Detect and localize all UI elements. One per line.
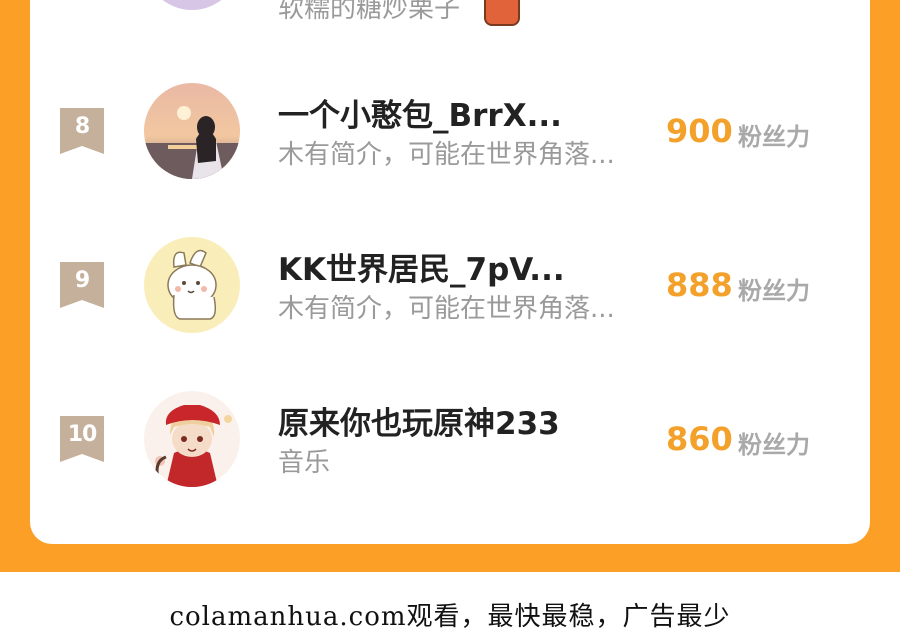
fan-score: 888 [666,266,733,304]
ranking-card: 软糯的糖炒栗子 8 一个小憨包_BrrX... 木有简介，可能在世界角落... … [30,0,870,544]
user-name: 一个小憨包_BrrX... [278,98,562,134]
user-desc: 木有简介，可能在世界角落... [278,294,615,324]
sunset-portrait-avatar-icon[interactable] [144,83,240,179]
ranking-row[interactable]: 10 原来你也玩原神233 音乐 860 粉丝力 [30,384,870,494]
user-desc: 软糯的糖炒栗子 [278,0,461,24]
fan-score-unit: 粉丝力 [738,277,810,305]
user-name: 原来你也玩原神233 [278,406,560,442]
user-desc: 木有简介，可能在世界角落... [278,140,615,170]
ranking-row[interactable]: 8 一个小憨包_BrrX... 木有简介，可能在世界角落... 900 粉丝力 [30,76,870,186]
ranking-row[interactable]: 9 KK世界居民_7pV... 木有简介，可能在世界角落... 888 粉丝力 [30,230,870,340]
rank-badge: 10 [60,416,104,462]
rank-badge: 8 [60,108,104,154]
anime-girl-avatar-icon[interactable] [144,391,240,487]
rank-number: 8 [74,114,90,139]
chestnut-emoji-icon [484,0,520,26]
avatar [144,0,240,10]
fan-score-unit: 粉丝力 [738,123,810,151]
fan-score-unit: 粉丝力 [738,431,810,459]
user-name: KK世界居民_7pV... [278,252,565,288]
rank-number: 9 [74,268,90,293]
ranking-row-partial[interactable]: 软糯的糖炒栗子 [30,0,870,30]
user-desc: 音乐 [278,448,331,478]
cartoon-dog-avatar-icon[interactable] [144,237,240,333]
watermark-footer-text: colamanhua.com观看，最快最稳，广告最少 [169,602,731,632]
rank-badge: 9 [60,262,104,308]
rank-number: 10 [67,422,98,447]
fan-score: 900 [666,112,733,150]
fan-score: 860 [666,420,733,458]
